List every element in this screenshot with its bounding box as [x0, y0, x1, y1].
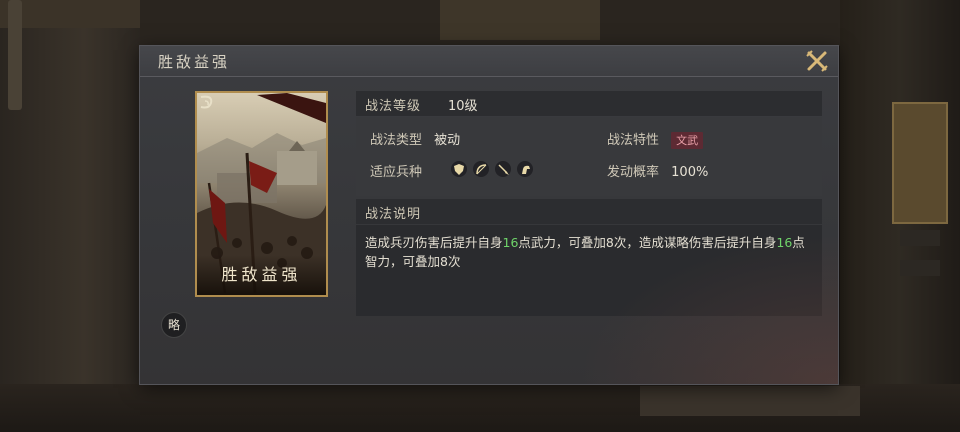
card-name: 胜敌益强 [221, 265, 302, 284]
description-text-part: 点武力，可叠加8次，造成谋略伤害后提升自身 [518, 235, 777, 250]
skill-card-art: 胜敌益强 [195, 91, 328, 297]
skill-description-panel: 造成兵刃伤害后提升自身16点武力，可叠加8次，造成谋略伤害后提升自身16点智力，… [356, 225, 822, 316]
horse-icon [517, 161, 533, 177]
trigger-chance-label: 发动概率 [607, 165, 660, 180]
skill-detail-dialog: 胜敌益强 胜敌益强 略 战法等级 10级 战法类型 被动 战法特性 文武 适应兵… [140, 46, 838, 384]
dialog-title-bar: 胜敌益强 [140, 46, 838, 77]
background-left-pole [8, 0, 22, 110]
skill-type-label: 战法类型 [370, 133, 423, 148]
skill-type-value: 被动 [434, 133, 461, 148]
skill-level-label: 战法等级 [365, 99, 422, 114]
skill-trait-row: 战法特性 文武 [607, 129, 704, 149]
dialog-title: 胜敌益强 [158, 53, 231, 71]
close-button[interactable] [804, 48, 830, 74]
skill-trait-tag: 文武 [671, 132, 704, 149]
background-right-button [900, 230, 940, 246]
description-text-part: 造成兵刃伤害后提升自身 [365, 235, 503, 250]
trigger-chance-row: 发动概率 100% [607, 161, 708, 180]
skill-category-badge: 略 [161, 312, 187, 338]
skill-trait-label: 战法特性 [607, 133, 660, 148]
troop-types-label: 适应兵种 [370, 165, 423, 180]
card-corner-ornament-icon [200, 95, 213, 109]
skill-attributes-panel: 战法类型 被动 战法特性 文武 适应兵种 发动概率 100% [356, 117, 822, 196]
bow-icon [473, 161, 489, 177]
background-right-button [900, 260, 940, 276]
spear-icon [495, 161, 511, 177]
description-number: 16 [776, 235, 793, 250]
description-number: 16 [502, 235, 519, 250]
troop-icons [451, 161, 533, 179]
skill-description-header: 战法说明 [356, 199, 822, 224]
troop-types-row: 适应兵种 [370, 161, 590, 180]
skill-level-value: 10级 [448, 99, 478, 114]
skill-type-row: 战法类型 被动 [370, 129, 460, 148]
background-right-card [892, 102, 948, 224]
background-bottom-panel [640, 386, 860, 416]
shield-icon [451, 161, 467, 177]
trigger-chance-value: 100% [671, 165, 709, 180]
close-icon [806, 50, 828, 72]
background-top-accent [440, 0, 600, 40]
skill-description-text: 造成兵刃伤害后提升自身16点武力，可叠加8次，造成谋略伤害后提升自身16点智力，… [365, 233, 815, 271]
skill-description-label: 战法说明 [365, 207, 422, 222]
skill-level-header: 战法等级 10级 [356, 91, 822, 116]
